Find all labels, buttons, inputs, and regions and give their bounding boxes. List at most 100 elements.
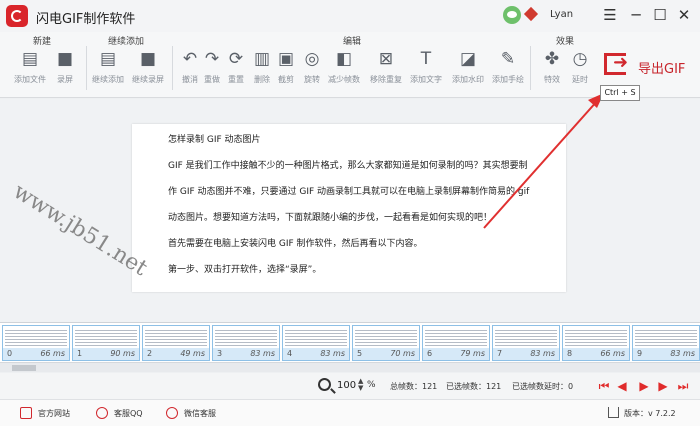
username[interactable]: Lyan bbox=[550, 9, 573, 20]
qq-support-link[interactable]: 客服QQ bbox=[96, 407, 143, 419]
zoom-down-icon[interactable]: ▼ bbox=[358, 384, 363, 392]
frame-index: 2 bbox=[147, 349, 153, 358]
video-camera-icon: ■ bbox=[139, 49, 157, 69]
frame-index: 5 bbox=[357, 349, 363, 358]
monitor-icon bbox=[20, 407, 32, 419]
maximize-button[interactable]: ☐ bbox=[650, 5, 670, 25]
frame-delay: 83 ms bbox=[250, 349, 275, 358]
add-text-button[interactable]: T 添加文字 bbox=[406, 46, 446, 96]
frame-image bbox=[635, 328, 697, 348]
zoom-stepper[interactable]: ▲ ▼ bbox=[358, 378, 363, 392]
document-icon: ▤ bbox=[99, 49, 117, 69]
document-line: 作 GIF 动态图并不难，只要通过 GIF 动画录制工具就可以在电脑上录制屏幕制… bbox=[168, 187, 530, 197]
wechat-icon bbox=[166, 407, 178, 419]
menu-icon[interactable]: ☰ bbox=[600, 5, 620, 25]
selected-frames: 已选帧数：121 bbox=[446, 382, 502, 391]
document-line: 第一步、双击打开软件，选择“录屏”。 bbox=[168, 265, 322, 275]
official-website-link[interactable]: 官方网站 bbox=[20, 407, 70, 419]
minimize-button[interactable]: ─ bbox=[626, 5, 646, 25]
wechat-support-link[interactable]: 微信客服 bbox=[166, 407, 216, 419]
frame-thumbnail[interactable]: 2 49 ms bbox=[142, 325, 210, 361]
wechat-avatar-icon[interactable] bbox=[503, 6, 521, 24]
frame-delay: 49 ms bbox=[180, 349, 205, 358]
selected-delay: 已选帧数延时：0 bbox=[512, 382, 574, 391]
remove-duplicate-icon: ⊠ bbox=[378, 49, 394, 69]
next-frame-button[interactable]: ▶ bbox=[656, 379, 670, 393]
export-gif-button[interactable]: 导出GIF bbox=[600, 50, 690, 80]
download-icon[interactable] bbox=[608, 407, 619, 418]
previous-frame-button[interactable]: ◀ bbox=[615, 379, 629, 393]
add-watermark-button[interactable]: ◪ 添加水印 bbox=[448, 46, 488, 96]
frame-caption: 5 70 ms bbox=[353, 348, 419, 360]
document-line: GIF 是我们工作中接触不少的一种图片格式，那么大家都知道是如何录制的吗？其实想… bbox=[168, 161, 528, 171]
frame-caption: 6 79 ms bbox=[423, 348, 489, 360]
scrollbar-thumb[interactable] bbox=[12, 365, 36, 371]
text-icon: T bbox=[420, 49, 432, 69]
frame-thumbnail[interactable]: 1 90 ms bbox=[72, 325, 140, 361]
watermark: www.jb51.net bbox=[8, 179, 152, 282]
add-handwriting-button[interactable]: ✎ 添加手绘 bbox=[488, 46, 528, 96]
continue-record-button[interactable]: ■ 继续录屏 bbox=[128, 46, 168, 96]
remove-duplicate-button[interactable]: ⊠ 移除重复 bbox=[366, 46, 406, 96]
total-frames: 总帧数：121 bbox=[390, 382, 438, 391]
frames-icon: ◧ bbox=[335, 49, 353, 69]
frame-index: 6 bbox=[427, 349, 433, 358]
frame-image bbox=[565, 328, 627, 348]
first-frame-button[interactable]: ⏮ bbox=[597, 379, 611, 393]
pen-icon: ✎ bbox=[500, 49, 516, 69]
frame-index: 0 bbox=[7, 349, 13, 358]
frame-caption: 3 83 ms bbox=[213, 348, 279, 360]
frame-thumbnail[interactable]: 4 83 ms bbox=[282, 325, 350, 361]
frame-image bbox=[285, 328, 347, 348]
frame-thumbnail[interactable]: 5 70 ms bbox=[352, 325, 420, 361]
frame-thumbnail[interactable]: 6 79 ms bbox=[422, 325, 490, 361]
app-title: 闪电GIF制作软件 bbox=[36, 12, 136, 27]
zoom-input[interactable]: 100 bbox=[337, 380, 356, 391]
divider bbox=[86, 46, 87, 90]
frame-index: 8 bbox=[567, 349, 573, 358]
frame-thumbnail[interactable]: 8 66 ms bbox=[562, 325, 630, 361]
frame-thumbnail[interactable]: 3 83 ms bbox=[212, 325, 280, 361]
frame-index: 3 bbox=[217, 349, 223, 358]
preview-canvas[interactable]: 怎样录制 GIF 动态图片 GIF 是我们工作中接触不少的一种图片格式，那么大家… bbox=[0, 99, 700, 322]
frame-caption: 1 90 ms bbox=[73, 348, 139, 360]
frame-index: 7 bbox=[497, 349, 503, 358]
add-file-button[interactable]: ▤ 添加文件 bbox=[10, 46, 50, 96]
frame-caption: 7 83 ms bbox=[493, 348, 559, 360]
export-icon bbox=[604, 52, 628, 75]
frame-thumbnail[interactable]: 0 66 ms bbox=[2, 325, 70, 361]
record-button[interactable]: ■ 录屏 bbox=[45, 46, 85, 96]
document-line: 首先需要在电脑上安装闪电 GIF 制作软件，然后再看以下内容。 bbox=[168, 239, 423, 249]
frame-index: 1 bbox=[77, 349, 83, 358]
version-label: 版本：v 7.2.2 bbox=[624, 409, 676, 418]
footer: 官方网站 客服QQ 微信客服 版本：v 7.2.2 bbox=[0, 399, 700, 426]
document-line: 动态图片。想要知道方法吗，下面就跟随小编的步伐，一起看看是如何实现的吧！ bbox=[168, 213, 493, 223]
video-camera-icon: ■ bbox=[56, 49, 74, 69]
delay-button[interactable]: ◷ 延时 bbox=[560, 46, 600, 96]
continue-add-button[interactable]: ▤ 继续添加 bbox=[88, 46, 128, 96]
zoom-icon bbox=[318, 378, 331, 391]
play-button[interactable]: ▶ bbox=[637, 379, 651, 393]
frame-index: 4 bbox=[287, 349, 293, 358]
frame-thumbnail[interactable]: 9 83 ms bbox=[632, 325, 700, 361]
frame-caption: 0 66 ms bbox=[3, 348, 69, 360]
frame-delay: 83 ms bbox=[670, 349, 695, 358]
frame-delay: 66 ms bbox=[600, 349, 625, 358]
frame-image bbox=[355, 328, 417, 348]
frame-caption: 4 83 ms bbox=[283, 348, 349, 360]
frame-preview: 怎样录制 GIF 动态图片 GIF 是我们工作中接触不少的一种图片格式，那么大家… bbox=[132, 124, 566, 292]
export-shortcut-tooltip: Ctrl + S bbox=[600, 85, 640, 101]
last-frame-button[interactable]: ⏭ bbox=[676, 379, 690, 393]
frame-thumbnail[interactable]: 7 83 ms bbox=[492, 325, 560, 361]
close-button[interactable]: ✕ bbox=[674, 5, 694, 25]
frame-image bbox=[215, 328, 277, 348]
rotate-icon: ◎ bbox=[304, 49, 320, 69]
frame-image bbox=[5, 328, 67, 348]
clock-icon: ◷ bbox=[572, 49, 588, 69]
vip-badge-icon bbox=[523, 6, 539, 22]
reduce-frames-button[interactable]: ◧ 减少帧数 bbox=[324, 46, 364, 96]
horizontal-scrollbar[interactable] bbox=[0, 362, 700, 372]
frame-delay: 83 ms bbox=[530, 349, 555, 358]
toolbar-ribbon: 新建 继续添加 编辑 效果 ▤ 添加文件 ■ 录屏 ▤ 继续添加 ■ 继续录屏 ↶ 撤消 … bbox=[0, 32, 700, 98]
frame-delay: 70 ms bbox=[390, 349, 415, 358]
